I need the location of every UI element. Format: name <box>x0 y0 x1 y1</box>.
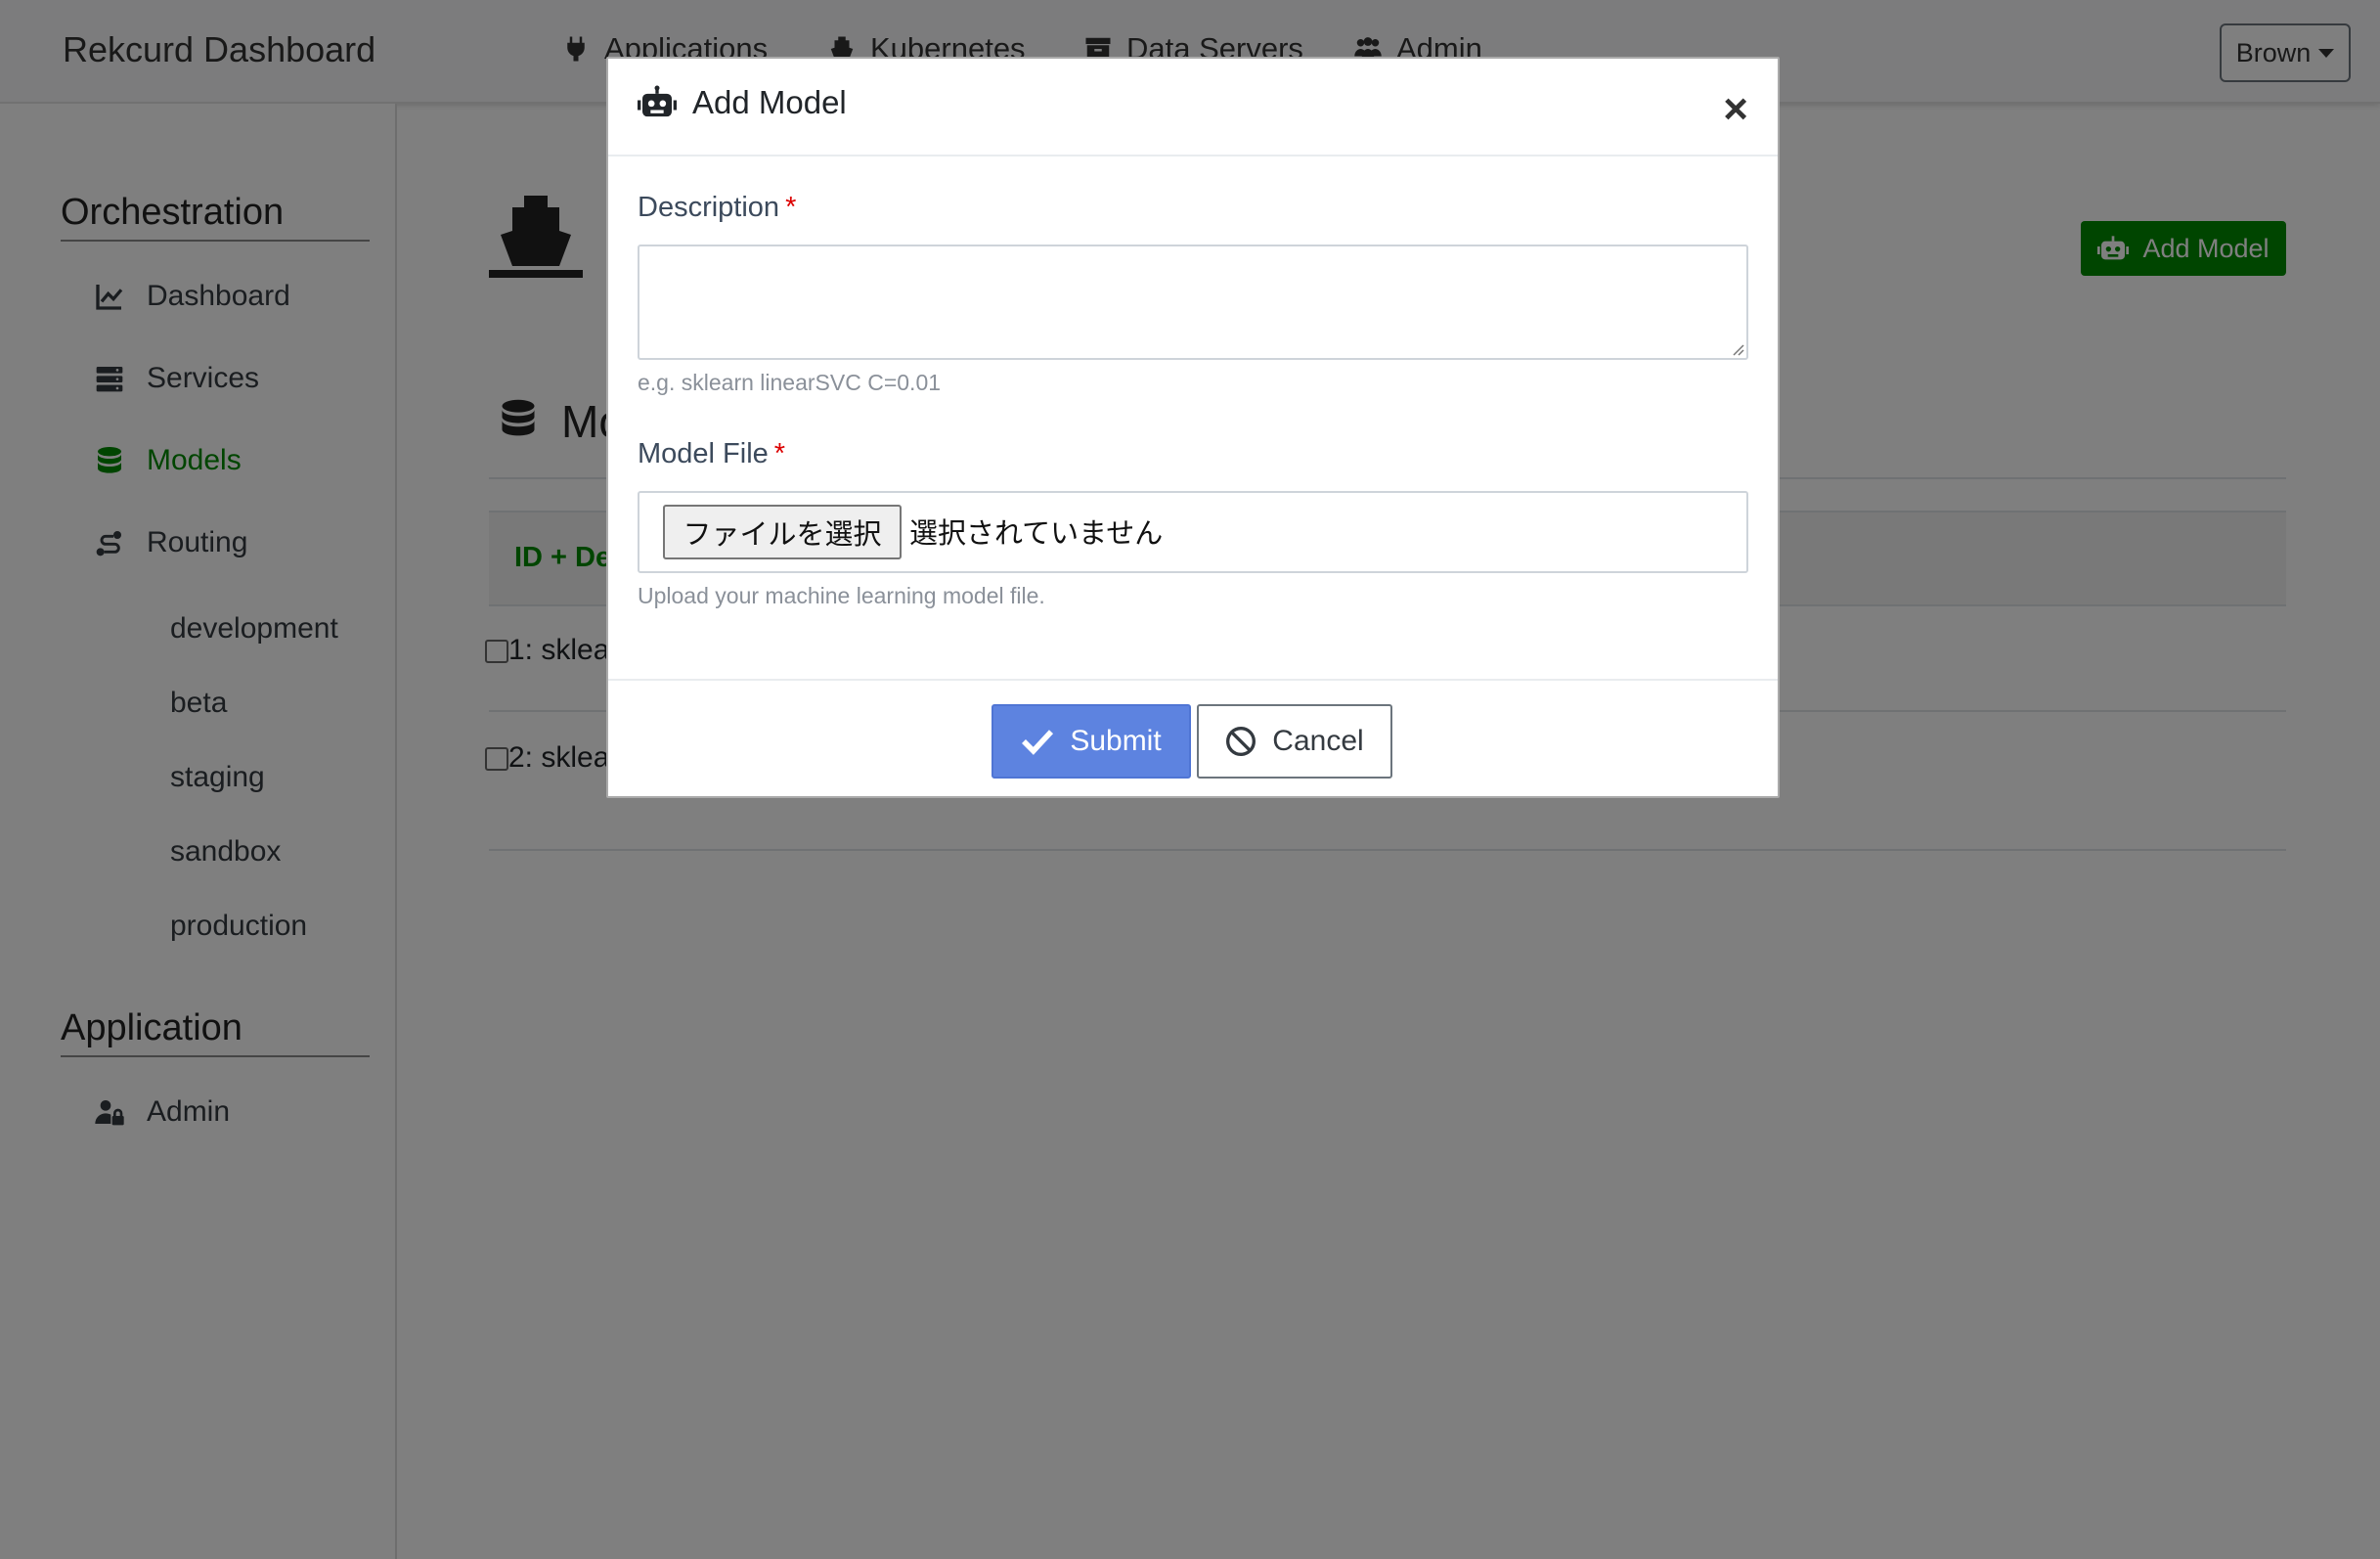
model-file-label: Model File * <box>638 438 785 470</box>
description-label-text: Description <box>638 192 780 223</box>
robot-icon <box>638 85 677 117</box>
modal-title: Add Model <box>638 84 847 121</box>
close-icon[interactable]: × <box>1723 88 1748 131</box>
add-model-modal: Add Model × Description * e.g. sklearn li… <box>606 57 1780 798</box>
resize-grip-icon[interactable] <box>1731 342 1744 356</box>
modal-header: Add Model × <box>608 59 1778 156</box>
modal-title-text: Add Model <box>692 84 847 120</box>
ban-icon <box>1226 727 1256 756</box>
submit-button-label: Submit <box>1070 725 1162 757</box>
file-status-text: 選択されていません <box>909 518 1164 550</box>
model-file-label-text: Model File <box>638 438 769 469</box>
model-file-help-text: Upload your machine learning model file. <box>638 583 1045 608</box>
modal-footer: Submit Cancel <box>608 679 1778 798</box>
cancel-button[interactable]: Cancel <box>1197 704 1392 779</box>
cancel-button-label: Cancel <box>1272 725 1364 757</box>
description-textarea[interactable] <box>638 245 1748 360</box>
required-mark: * <box>773 438 786 469</box>
required-mark: * <box>785 192 797 223</box>
model-file-input[interactable]: ファイルを選択 選択されていません <box>638 491 1748 573</box>
check-icon <box>1022 730 1054 755</box>
description-help-text: e.g. sklearn linearSVC C=0.01 <box>638 370 942 395</box>
submit-button[interactable]: Submit <box>992 704 1191 779</box>
choose-file-button[interactable]: ファイルを選択 <box>663 505 902 559</box>
description-label: Description * <box>638 192 796 224</box>
